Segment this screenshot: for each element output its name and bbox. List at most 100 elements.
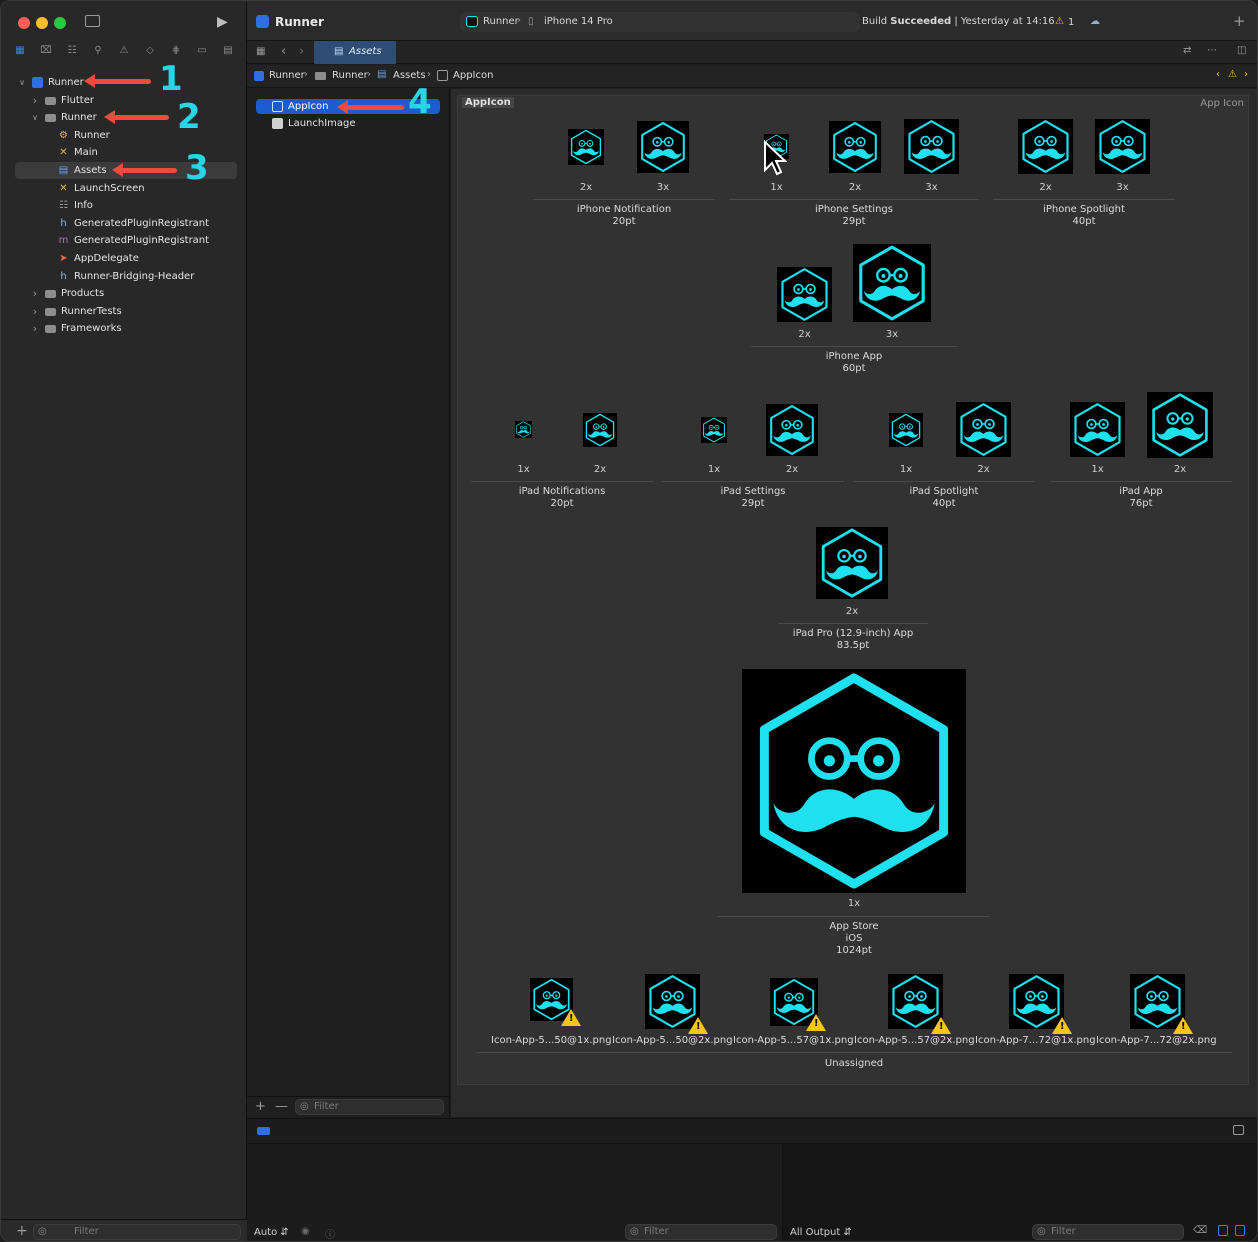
minimize-button[interactable] <box>36 17 48 29</box>
icon-well[interactable] <box>1018 119 1073 174</box>
symbol-icon[interactable]: ☷ <box>65 44 79 58</box>
warning-icon[interactable]: ⚠ <box>1228 69 1237 80</box>
tree-item-flutter[interactable]: › Flutter <box>15 92 237 109</box>
options-icon[interactable]: ⋯ <box>1207 45 1217 56</box>
scale-label: 1x <box>770 182 783 193</box>
test-icon[interactable]: ◇ <box>143 44 157 58</box>
tree-item-generatedpluginregistrant[interactable]: h GeneratedPluginRegistrant <box>15 215 237 232</box>
mouse-cursor-icon <box>764 140 787 176</box>
icon-well[interactable] <box>766 404 818 456</box>
icon-well[interactable] <box>515 421 532 438</box>
warning-icon[interactable]: ⚠ <box>117 44 131 58</box>
folder-icon[interactable]: ▦ <box>13 44 27 58</box>
auto-selector[interactable]: Auto ⇵ <box>254 1227 289 1238</box>
annotation-number: 3 <box>185 148 209 188</box>
chevron-right-icon[interactable]: › <box>30 320 40 337</box>
tree-item-products[interactable]: › Products <box>15 285 237 302</box>
add-icon[interactable]: + <box>255 1099 266 1114</box>
icon-well[interactable] <box>956 402 1011 457</box>
chevron-down-icon[interactable]: ∨ <box>17 74 27 91</box>
asset-item-label: LaunchImage <box>288 118 356 129</box>
mustache-icon <box>770 405 814 455</box>
icon-well[interactable] <box>1070 402 1125 457</box>
icon-well[interactable] <box>583 413 617 447</box>
variables-filter-input[interactable]: Filter <box>625 1224 777 1240</box>
tree-item-runner-bridging-header[interactable]: h Runner-Bridging-Header <box>15 268 237 285</box>
icon-well[interactable] <box>853 244 931 322</box>
add-icon[interactable]: + <box>1233 12 1246 30</box>
icon-well[interactable] <box>777 267 832 322</box>
console-filter-input[interactable]: Filter <box>1032 1224 1184 1240</box>
tree-item-runner[interactable]: ⚙ Runner <box>15 127 237 144</box>
eye-icon[interactable]: ◉ <box>301 1226 310 1237</box>
icon-well[interactable] <box>637 121 689 173</box>
tab-assets[interactable]: ▤ Assets <box>314 41 396 64</box>
group-name: iPhone Spotlight <box>1043 204 1125 215</box>
debug-toggle-icon[interactable] <box>257 1127 270 1135</box>
icon-well[interactable] <box>816 527 888 599</box>
prev-issue-icon[interactable]: ‹ <box>1216 69 1220 80</box>
asset-filter-input[interactable]: Filter <box>295 1099 444 1115</box>
grid-icon[interactable]: ▦ <box>256 46 265 57</box>
forward-icon[interactable]: › <box>299 44 304 59</box>
navigator-filter-input[interactable]: Filter <box>33 1224 241 1240</box>
close-button[interactable] <box>18 17 30 29</box>
trash-icon[interactable]: ⌫ <box>1193 1225 1207 1236</box>
search-icon[interactable]: ⚲ <box>91 44 105 58</box>
run-button[interactable]: ▶ <box>217 14 228 30</box>
icon-well[interactable] <box>1095 119 1150 174</box>
chevron-down-icon[interactable]: ∨ <box>30 109 40 126</box>
tree-item-runnertests[interactable]: › RunnerTests <box>15 303 237 320</box>
tree-item-label: AppDelegate <box>74 253 139 264</box>
icon-well[interactable] <box>889 413 923 447</box>
breadcrumb-item[interactable]: Assets <box>393 70 426 81</box>
device-name[interactable]: iPhone 14 Pro <box>544 16 613 27</box>
tree-item-info[interactable]: ☷ Info <box>15 197 237 214</box>
tree-item-label: RunnerTests <box>61 305 122 317</box>
chevron-right-icon[interactable]: › <box>30 92 40 109</box>
tree-item-generatedpluginregistrant[interactable]: m GeneratedPluginRegistrant <box>15 232 237 249</box>
console-toggle-icon[interactable] <box>1233 1125 1244 1135</box>
info-icon[interactable]: ⓘ <box>325 1226 335 1241</box>
tree-item-appdelegate[interactable]: ➤ AppDelegate <box>15 250 237 267</box>
warning-icon[interactable]: ⚠ <box>1055 16 1064 27</box>
icon-well[interactable] <box>829 121 881 173</box>
add-icon[interactable]: + <box>16 1223 28 1239</box>
split-left-icon[interactable] <box>1218 1225 1228 1236</box>
icon-well[interactable] <box>904 119 959 174</box>
inspector-toggle-icon[interactable]: ◫ <box>1237 45 1246 56</box>
icon-well[interactable] <box>1147 392 1213 458</box>
breadcrumb-item[interactable]: Runner <box>269 70 305 81</box>
source-control-icon[interactable]: ⌧ <box>39 44 53 58</box>
output-selector[interactable]: All Output ⇵ <box>790 1227 852 1238</box>
debug-icon[interactable]: ⋕ <box>169 44 183 58</box>
breakpoint-icon[interactable]: ▭ <box>195 44 209 58</box>
unassigned-file-name: Icon-App-5...57@1x.png <box>733 1035 854 1046</box>
chevron-right-icon[interactable]: › <box>30 285 40 302</box>
next-issue-icon[interactable]: › <box>1244 69 1248 80</box>
report-icon[interactable]: ▤ <box>221 44 235 58</box>
tree-item-label: GeneratedPluginRegistrant <box>74 217 210 229</box>
annotation-arrow <box>112 163 177 177</box>
chevron-right-icon[interactable]: › <box>30 303 40 320</box>
group-name: iPhone Notification <box>576 204 672 215</box>
group-size: 20pt <box>612 216 636 227</box>
breadcrumb-item[interactable]: Runner <box>332 70 368 81</box>
remove-icon[interactable]: — <box>275 1099 288 1114</box>
icon-well[interactable] <box>742 669 966 893</box>
warning-count[interactable]: 1 <box>1068 17 1074 28</box>
icon-well[interactable] <box>701 417 727 443</box>
icon-well[interactable] <box>568 129 604 165</box>
plist-icon: ☷ <box>59 200 68 212</box>
tree-item-label: Runner-Bridging-Header <box>74 270 195 282</box>
zoom-button[interactable] <box>54 17 66 29</box>
refresh-icon[interactable]: ⇄ <box>1183 45 1191 56</box>
sidebar-toggle-icon[interactable] <box>85 15 100 27</box>
scheme-selector[interactable]: Runner › ▯ iPhone 14 Pro Build Succeeded… <box>460 12 1055 32</box>
back-icon[interactable]: ‹ <box>281 44 286 59</box>
mustache-icon <box>570 129 602 165</box>
breadcrumb-item[interactable]: AppIcon <box>453 70 493 81</box>
scheme-name[interactable]: Runner <box>483 16 519 27</box>
tree-item-frameworks[interactable]: › Frameworks <box>15 320 237 337</box>
split-right-icon[interactable] <box>1235 1225 1245 1236</box>
